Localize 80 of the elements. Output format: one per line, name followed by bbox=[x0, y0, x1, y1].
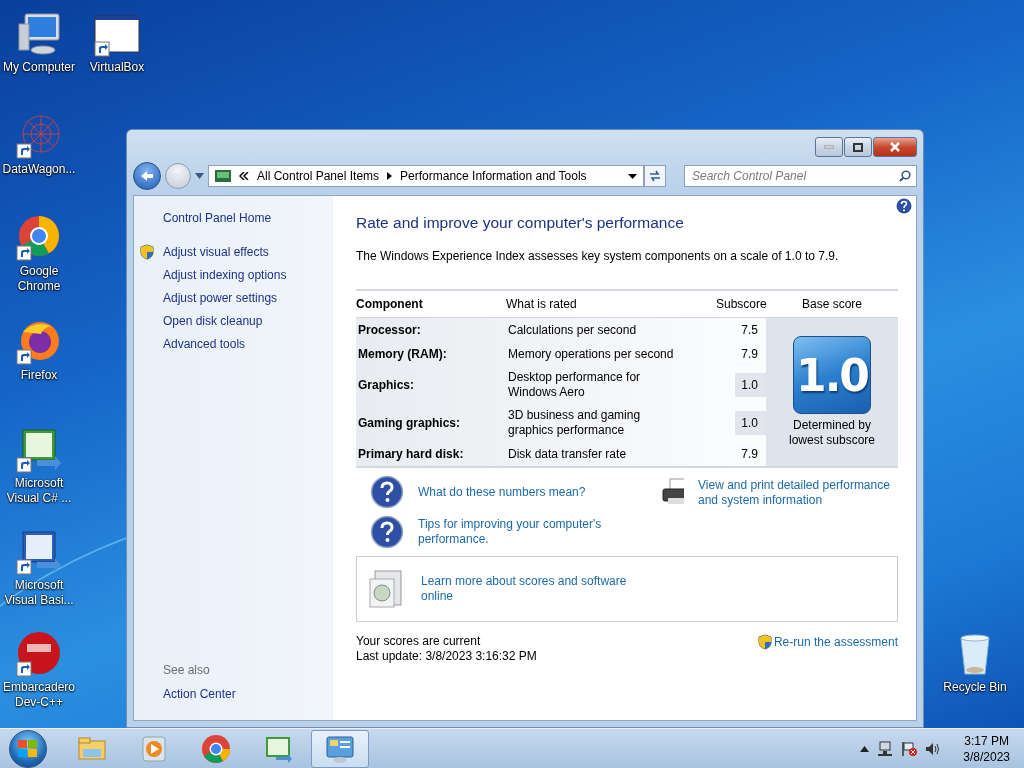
help-link[interactable]: What do these numbers mean? bbox=[418, 484, 586, 500]
column-header: Base score bbox=[801, 297, 863, 311]
minimize-icon bbox=[824, 145, 834, 149]
control-panel-icon bbox=[215, 170, 231, 182]
search-field[interactable]: Search Control Panel bbox=[684, 165, 917, 187]
sidebar-link[interactable]: Open disk cleanup bbox=[163, 312, 263, 329]
back-button[interactable] bbox=[133, 162, 161, 190]
minimize-button[interactable] bbox=[815, 137, 843, 157]
printer-icon bbox=[662, 478, 684, 506]
last-update-text: Last update: 3/8/2023 3:16:32 PM bbox=[356, 649, 537, 664]
table-cell-text: Processor: bbox=[357, 321, 422, 339]
chevron-right-icon bbox=[387, 172, 393, 180]
desktop-icon-label[interactable]: Firefox bbox=[20, 368, 58, 383]
shield-icon bbox=[140, 243, 154, 260]
network-icon[interactable] bbox=[877, 740, 894, 757]
print-link[interactable]: View and print detailed performance and system information bbox=[698, 478, 898, 508]
breadcrumb-item[interactable]: Performance Information and Tools bbox=[400, 169, 587, 183]
subscore-value: 1.0 bbox=[735, 373, 766, 397]
see-also-heading: See also bbox=[163, 662, 211, 678]
desktop-icon-label[interactable]: DataWagon... bbox=[2, 162, 76, 177]
rerun-link[interactable]: Re-run the assessment bbox=[773, 634, 898, 650]
table-cell-text: Desktop performance for Windows Aero bbox=[507, 369, 642, 401]
base-score-note: Determined by lowest subscore bbox=[787, 418, 876, 448]
subscore-value: 7.5 bbox=[740, 322, 759, 339]
table-cell-text: Calculations per second bbox=[507, 321, 638, 339]
refresh-icon bbox=[648, 169, 662, 183]
close-icon bbox=[889, 142, 901, 152]
sidebar-link[interactable]: Adjust power settings bbox=[163, 289, 278, 306]
double-chevron-icon bbox=[239, 172, 249, 180]
windows-logo-icon bbox=[18, 739, 38, 758]
page-title: Rate and improve your computer's performance bbox=[356, 214, 685, 232]
subscore-value: 7.9 bbox=[740, 346, 759, 363]
table-cell-text: Memory (RAM): bbox=[357, 345, 448, 363]
show-hidden-icon[interactable] bbox=[860, 745, 870, 752]
start-button[interactable] bbox=[9, 729, 47, 768]
help-link[interactable]: Tips for improving your computer's performance. bbox=[418, 517, 618, 547]
taskbar-button[interactable] bbox=[311, 729, 369, 768]
sidebar-link[interactable]: Adjust visual effects bbox=[163, 243, 269, 260]
back-arrow-icon bbox=[140, 170, 154, 182]
close-button[interactable] bbox=[873, 137, 917, 157]
refresh-button[interactable] bbox=[644, 165, 666, 187]
shield-icon bbox=[757, 634, 772, 650]
table-cell-text: Disk data transfer rate bbox=[507, 445, 628, 463]
desktop-icon-label[interactable]: Microsoft Visual Basi... bbox=[0, 578, 78, 608]
desktop-icon-label[interactable]: My Computer bbox=[3, 60, 75, 75]
column-header: What is rated bbox=[506, 297, 578, 311]
address-bar[interactable]: All Control Panel Items Performance Information and Tools bbox=[208, 165, 644, 187]
table-cell-text: Graphics: bbox=[357, 376, 415, 394]
learn-more-link[interactable]: Learn more about scores and software online bbox=[421, 574, 641, 604]
search-icon bbox=[899, 170, 911, 182]
column-header: Component bbox=[356, 297, 424, 311]
subscore-value: 7.9 bbox=[740, 446, 759, 463]
question-icon bbox=[370, 475, 404, 509]
clock[interactable]: 3:17 PM 3/8/2023 bbox=[963, 732, 1010, 765]
column-header: Subscore bbox=[716, 297, 766, 311]
help-icon[interactable] bbox=[896, 198, 912, 214]
table-cell-text: Primary hard disk: bbox=[357, 445, 465, 463]
flag-icon[interactable] bbox=[901, 740, 918, 757]
chrome-icon bbox=[200, 732, 232, 765]
base-score-badge: 1.0 bbox=[793, 336, 871, 414]
sidebar-link[interactable]: Control Panel Home bbox=[163, 210, 333, 226]
question-icon bbox=[370, 515, 404, 549]
dropdown-icon[interactable] bbox=[628, 173, 637, 179]
desktop-icon-label[interactable]: Recycle Bin bbox=[943, 680, 1007, 695]
intro-text: The Windows Experience Index assesses key system components on a scale of 1.0 to 7.9. bbox=[356, 249, 840, 263]
desktop-icon-label[interactable]: Microsoft Visual C# ... bbox=[0, 476, 78, 506]
table-cell-text: Gaming graphics: bbox=[357, 414, 462, 432]
maximize-button[interactable] bbox=[844, 137, 872, 157]
maximize-icon bbox=[853, 142, 863, 152]
table-cell-text: 3D business and gaming graphics performance bbox=[507, 407, 642, 439]
subscore-value: 1.0 bbox=[735, 411, 766, 435]
status-text: Your scores are current bbox=[356, 634, 482, 649]
desktop-icon-label[interactable]: Embarcadero Dev-C++ bbox=[0, 680, 78, 710]
sidebar-link[interactable]: Action Center bbox=[163, 686, 333, 702]
table-cell-text: Memory operations per second bbox=[507, 345, 675, 363]
breadcrumb-item[interactable]: All Control Panel Items bbox=[257, 169, 380, 183]
desktop-icon-label[interactable]: Google Chrome bbox=[0, 264, 78, 294]
desktop-icon-label[interactable]: VirtualBox bbox=[89, 60, 145, 75]
sidebar-link[interactable]: Adjust indexing options bbox=[163, 266, 287, 283]
sidebar-link[interactable]: Advanced tools bbox=[163, 335, 246, 352]
